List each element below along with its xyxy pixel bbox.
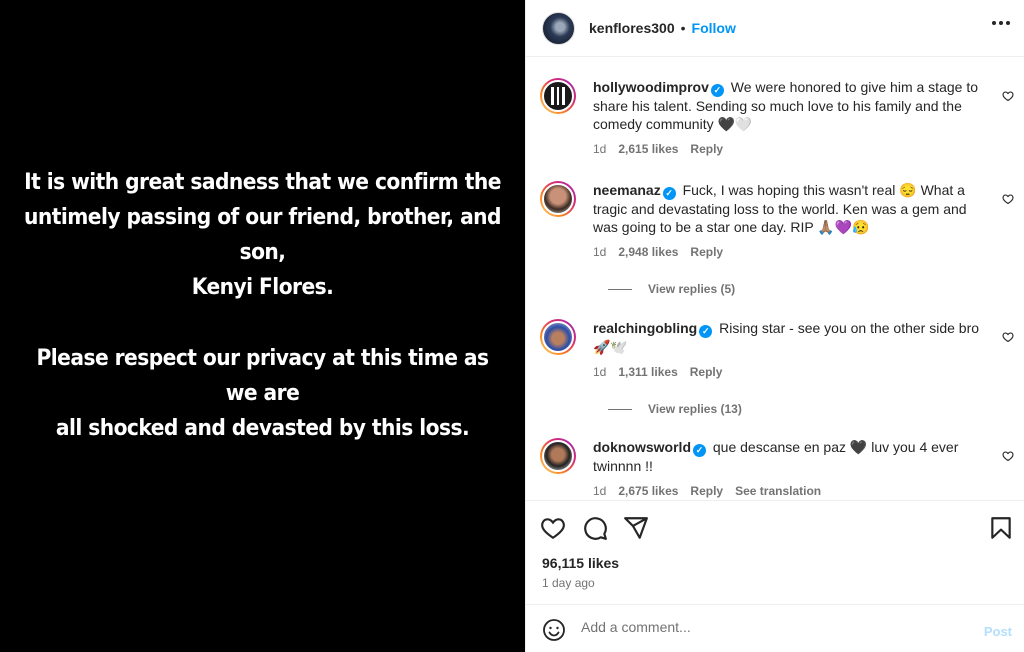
media-text-line: It is with great sadness that we confirm… [24, 169, 501, 195]
author-username[interactable]: kenflores300 [589, 20, 675, 36]
media-text-line: untimely passing of our friend, brother,… [24, 204, 501, 265]
view-replies-label: View replies (5) [648, 282, 736, 296]
commenter-avatar[interactable] [540, 438, 576, 474]
comment-icon[interactable] [582, 515, 608, 541]
verified-badge-icon: ✓ [710, 84, 724, 97]
share-icon[interactable] [623, 515, 649, 541]
view-replies-button[interactable]: View replies (13) [608, 402, 742, 416]
commenter-username[interactable]: hollywoodimprov [593, 79, 709, 95]
media-text-line: all shocked and devasted by this loss. [55, 415, 470, 441]
comment-item: doknowsworld ✓ que descanse en paz 🖤 luv … [540, 438, 1014, 498]
commenter-avatar[interactable] [540, 319, 576, 355]
more-options-icon[interactable] [992, 21, 1010, 25]
commenter-avatar[interactable] [540, 181, 576, 217]
reply-button[interactable]: Reply [690, 365, 723, 379]
comment-item: neemanaz ✓ Fuck, I was hoping this wasn't… [540, 181, 1014, 259]
verified-badge-icon: ✓ [662, 187, 676, 200]
commenter-username[interactable]: realchingobling [593, 320, 697, 336]
post-comment-button[interactable]: Post [984, 624, 1012, 639]
verified-badge-icon: ✓ [693, 444, 706, 457]
comment-item: realchingobling ✓ Rising star - see you o… [540, 319, 1014, 379]
emoji-icon[interactable] [542, 618, 566, 642]
reply-button[interactable]: Reply [690, 245, 723, 259]
see-translation-button[interactable]: See translation [735, 484, 821, 498]
media-text-line: Kenyi Flores. [191, 274, 334, 300]
post-likes-count[interactable]: 96,115 likes [542, 555, 619, 571]
reply-button[interactable]: Reply [690, 142, 723, 156]
post-modal: It is with great sadness that we confirm… [0, 0, 1024, 652]
separator-dot: • [680, 20, 686, 36]
replies-divider [608, 408, 632, 410]
commenter-username[interactable]: doknowsworld [593, 439, 691, 455]
reply-button[interactable]: Reply [690, 484, 723, 498]
comment-time[interactable]: 1d [593, 365, 606, 379]
comment-time[interactable]: 1d [593, 484, 606, 498]
comment-time[interactable]: 1d [593, 245, 606, 259]
media-caption-text: It is with great sadness that we confirm… [21, 165, 504, 446]
view-replies-button[interactable]: View replies (5) [608, 282, 735, 296]
comments-list[interactable]: hollywoodimprov ✓ We were honored to give… [526, 58, 1024, 500]
commenter-username[interactable]: neemanaz [593, 182, 661, 198]
comment-likes[interactable]: 2,675 likes [618, 484, 678, 498]
action-bar [526, 500, 1024, 550]
heart-icon[interactable] [1002, 193, 1014, 205]
post-sidebar: kenflores300 • Follow hollywoodimprov ✓ W… [525, 0, 1024, 652]
heart-icon[interactable] [1002, 331, 1014, 343]
verified-badge-icon: ✓ [699, 325, 713, 338]
comment-likes[interactable]: 2,948 likes [618, 245, 678, 259]
media-text-gap [21, 305, 504, 341]
add-comment-bar: Post [526, 604, 1024, 652]
replies-divider [608, 288, 632, 290]
post-media[interactable]: It is with great sadness that we confirm… [0, 0, 525, 652]
bookmark-icon[interactable] [988, 515, 1014, 541]
heart-icon[interactable] [1002, 90, 1014, 102]
view-replies-label: View replies (13) [648, 402, 742, 416]
media-text-line: Please respect our privacy at this time … [36, 345, 489, 406]
comment-likes[interactable]: 2,615 likes [618, 142, 678, 156]
post-header: kenflores300 • Follow [526, 0, 1024, 57]
commenter-avatar[interactable] [540, 78, 576, 114]
comment-time[interactable]: 1d [593, 142, 606, 156]
follow-button[interactable]: Follow [692, 20, 736, 36]
comment-likes[interactable]: 1,311 likes [618, 365, 677, 379]
heart-icon[interactable] [540, 515, 566, 541]
heart-icon[interactable] [1002, 450, 1014, 462]
author-avatar[interactable] [542, 11, 575, 45]
comment-item: hollywoodimprov ✓ We were honored to give… [540, 78, 1014, 156]
comment-input[interactable] [581, 619, 941, 635]
post-timestamp[interactable]: 1 day ago [542, 576, 595, 590]
